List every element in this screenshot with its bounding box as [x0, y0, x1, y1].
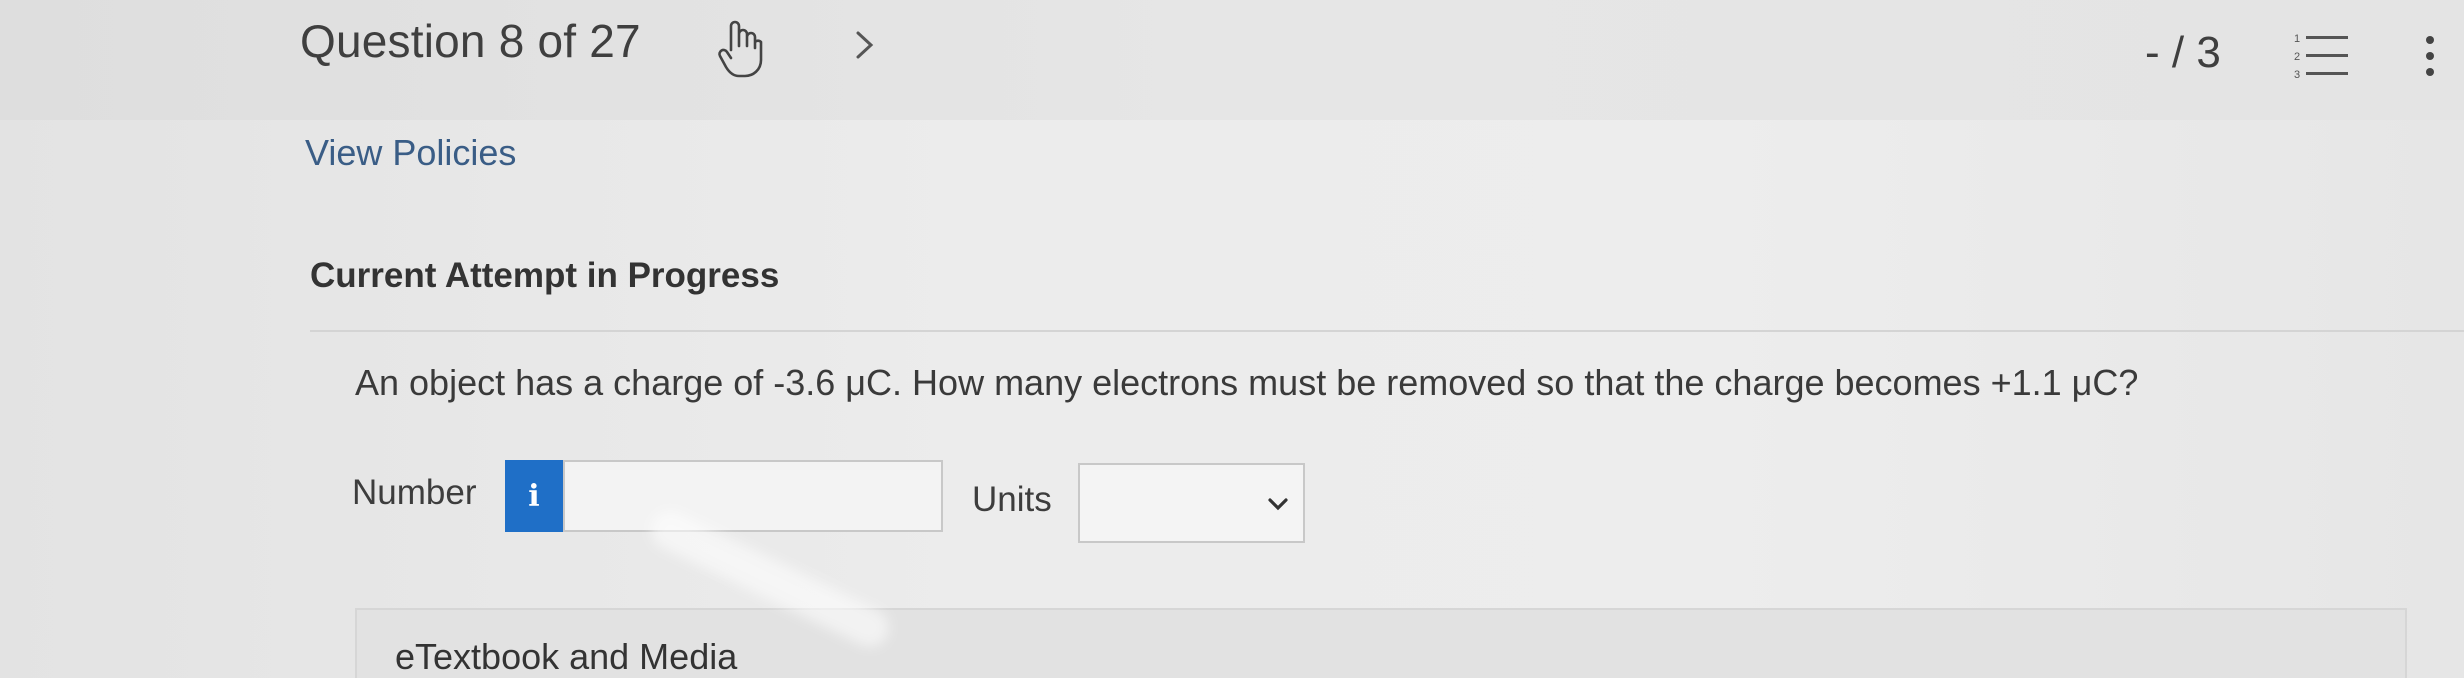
question-counter: Question 8 of 27	[300, 15, 641, 67]
hand-pointer-button[interactable]	[700, 10, 780, 90]
question-list-button[interactable]: 1 2 3	[2290, 28, 2360, 88]
view-policies-link[interactable]: View Policies	[305, 132, 516, 174]
question-text: An object has a charge of -3.6 μC. How m…	[355, 362, 2139, 403]
units-dropdown[interactable]	[1078, 463, 1305, 543]
chevron-right-icon	[856, 31, 874, 59]
etextbook-media-label: eTextbook and Media	[395, 636, 738, 677]
chevron-down-icon	[1268, 498, 1288, 511]
info-button[interactable]: i	[505, 460, 563, 532]
info-icon: i	[528, 478, 540, 514]
svg-text:3: 3	[2294, 69, 2300, 81]
score-display: - / 3	[2145, 28, 2221, 77]
svg-text:1: 1	[2294, 33, 2300, 45]
hand-pointer-icon	[718, 20, 763, 78]
number-input[interactable]	[563, 460, 943, 532]
more-options-button[interactable]	[2410, 28, 2450, 88]
page: Question 8 of 27 - / 3 1 2 3 View Polici…	[0, 0, 2464, 678]
etextbook-media-panel[interactable]: eTextbook and Media	[355, 608, 2407, 678]
number-label: Number	[352, 473, 477, 512]
top-bar: Question 8 of 27 - / 3 1 2 3	[0, 0, 2464, 120]
numbered-list-icon: 1 2 3	[2294, 33, 2348, 81]
svg-text:2: 2	[2294, 51, 2300, 63]
next-question-button[interactable]	[840, 10, 890, 80]
units-label: Units	[972, 480, 1052, 519]
divider	[310, 330, 2464, 332]
kebab-menu-icon	[2426, 36, 2434, 76]
attempt-heading: Current Attempt in Progress	[310, 256, 780, 295]
